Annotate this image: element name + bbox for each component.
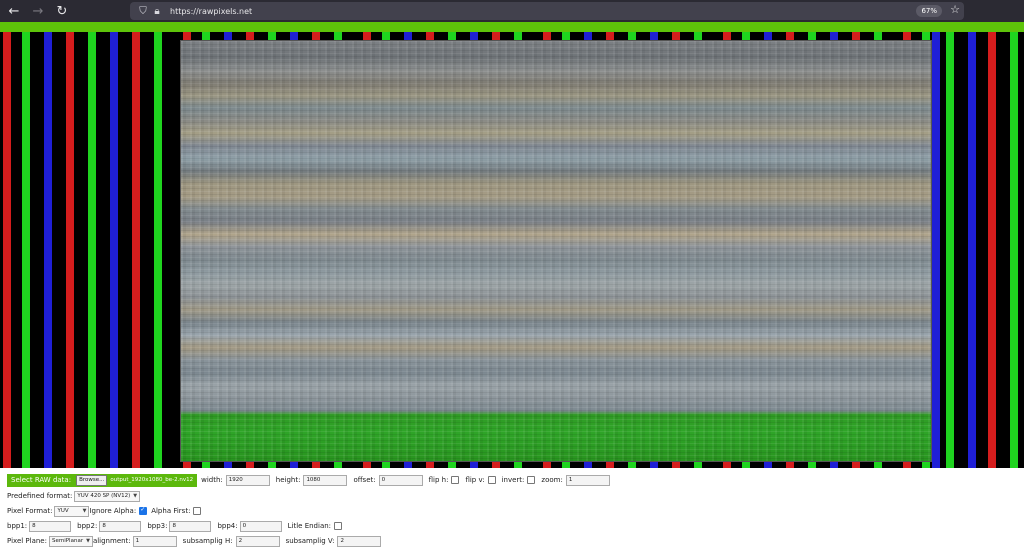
offset-input[interactable]: 0: [378, 474, 423, 486]
zoom-level-badge[interactable]: 67%: [916, 5, 942, 17]
bookmark-star-icon[interactable]: ☆: [950, 3, 960, 16]
background-pattern: [930, 32, 1024, 468]
invert-label: invert:: [501, 476, 525, 484]
lock-icon[interactable]: 🔒︎: [150, 4, 164, 18]
subsampling-v-input[interactable]: 2: [337, 535, 382, 547]
bpp4-input[interactable]: 0: [239, 520, 282, 532]
controls-row-1: Select RAW data: Browse... output_1920x1…: [7, 473, 610, 487]
flip-h-checkbox[interactable]: [451, 476, 460, 484]
height-label: height:: [275, 476, 301, 484]
controls-panel: Select RAW data: Browse... output_1920x1…: [0, 468, 1024, 553]
shield-icon[interactable]: ⛉: [136, 4, 150, 18]
bpp1-label: bpp1:: [7, 522, 28, 530]
select-raw-label: Select RAW data:: [11, 476, 72, 484]
url-text[interactable]: https://rawpixels.net: [170, 7, 252, 16]
zoom-input[interactable]: 1: [565, 474, 610, 486]
chevron-down-icon: ▼: [86, 537, 90, 544]
site-header-stripe: [0, 22, 1024, 32]
bpp1-input[interactable]: 8: [29, 520, 72, 532]
selected-file-name: output_1920x1080_be-2.nv12: [110, 477, 194, 483]
alignment-input[interactable]: 1: [132, 535, 177, 547]
bpp2-input[interactable]: 8: [99, 520, 142, 532]
predefined-format-select[interactable]: YUV 420 SP (NV12) ▼: [74, 490, 141, 502]
pixel-format-label: Pixel Format:: [7, 507, 53, 515]
little-endian-label: Litle Endian:: [287, 522, 332, 530]
subsampling-h-label: subsamplig H:: [182, 537, 233, 545]
pixel-format-value: YUV: [57, 507, 69, 514]
browser-toolbar: ← → ↻ ⛉ 🔒︎ https://rawpixels.net 67% ☆: [0, 0, 1024, 22]
bpp3-label: bpp3:: [147, 522, 168, 530]
flip-h-label: flip h:: [428, 476, 449, 484]
alignment-label: alignment:: [92, 537, 131, 545]
pixel-plane-label: Pixel Plane:: [7, 537, 47, 545]
predefined-format-label: Predefined format:: [7, 492, 73, 500]
bpp4-label: bpp4:: [217, 522, 238, 530]
predefined-format-value: YUV 420 SP (NV12): [77, 492, 131, 499]
browse-button[interactable]: Browse...: [76, 474, 108, 486]
chevron-down-icon: ▼: [82, 507, 87, 514]
height-input[interactable]: 1080: [303, 474, 348, 486]
alpha-first-label: Alpha First:: [151, 507, 191, 515]
bpp3-input[interactable]: 8: [169, 520, 212, 532]
reload-icon[interactable]: ↻: [52, 1, 72, 21]
pixel-format-select[interactable]: YUV ▼: [54, 505, 90, 517]
address-bar[interactable]: ⛉ 🔒︎ https://rawpixels.net 67% ☆: [130, 2, 964, 20]
ignore-alpha-label: Ignore Alpha:: [89, 507, 137, 515]
flip-v-label: flip v:: [465, 476, 485, 484]
forward-icon[interactable]: →: [28, 1, 48, 21]
subsampling-v-label: subsamplig V:: [285, 537, 335, 545]
little-endian-checkbox[interactable]: [334, 522, 343, 530]
ignore-alpha-checkbox[interactable]: [139, 506, 148, 515]
offset-label: offset:: [353, 476, 376, 484]
width-input[interactable]: 1920: [225, 474, 270, 486]
controls-row-4: bpp1: 8 bpp2: 8 bpp3: 8 bpp4: 0 Litle En…: [7, 520, 343, 532]
subsampling-h-input[interactable]: 2: [235, 535, 280, 547]
pixel-plane-value: SemiPlanar: [51, 537, 84, 544]
decoded-image-canvas[interactable]: [180, 40, 932, 462]
controls-row-3: Pixel Format: YUV ▼ Ignore Alpha: Alpha …: [7, 505, 202, 517]
pixel-plane-select[interactable]: SemiPlanar ▼: [48, 535, 93, 547]
back-icon[interactable]: ←: [4, 1, 24, 21]
invert-checkbox[interactable]: [527, 476, 536, 484]
zoom-label: zoom:: [541, 476, 563, 484]
chevron-down-icon: ▼: [133, 492, 138, 499]
controls-row-5: Pixel Plane: SemiPlanar ▼ alignment: 1 s…: [7, 535, 382, 547]
alpha-first-checkbox[interactable]: [193, 507, 202, 515]
bpp2-label: bpp2:: [77, 522, 98, 530]
file-select-block: Select RAW data: Browse... output_1920x1…: [7, 473, 198, 487]
width-label: width:: [201, 476, 223, 484]
preview-area: [0, 32, 1024, 468]
flip-v-checkbox[interactable]: [487, 476, 496, 484]
controls-row-2: Predefined format: YUV 420 SP (NV12) ▼: [7, 490, 141, 502]
